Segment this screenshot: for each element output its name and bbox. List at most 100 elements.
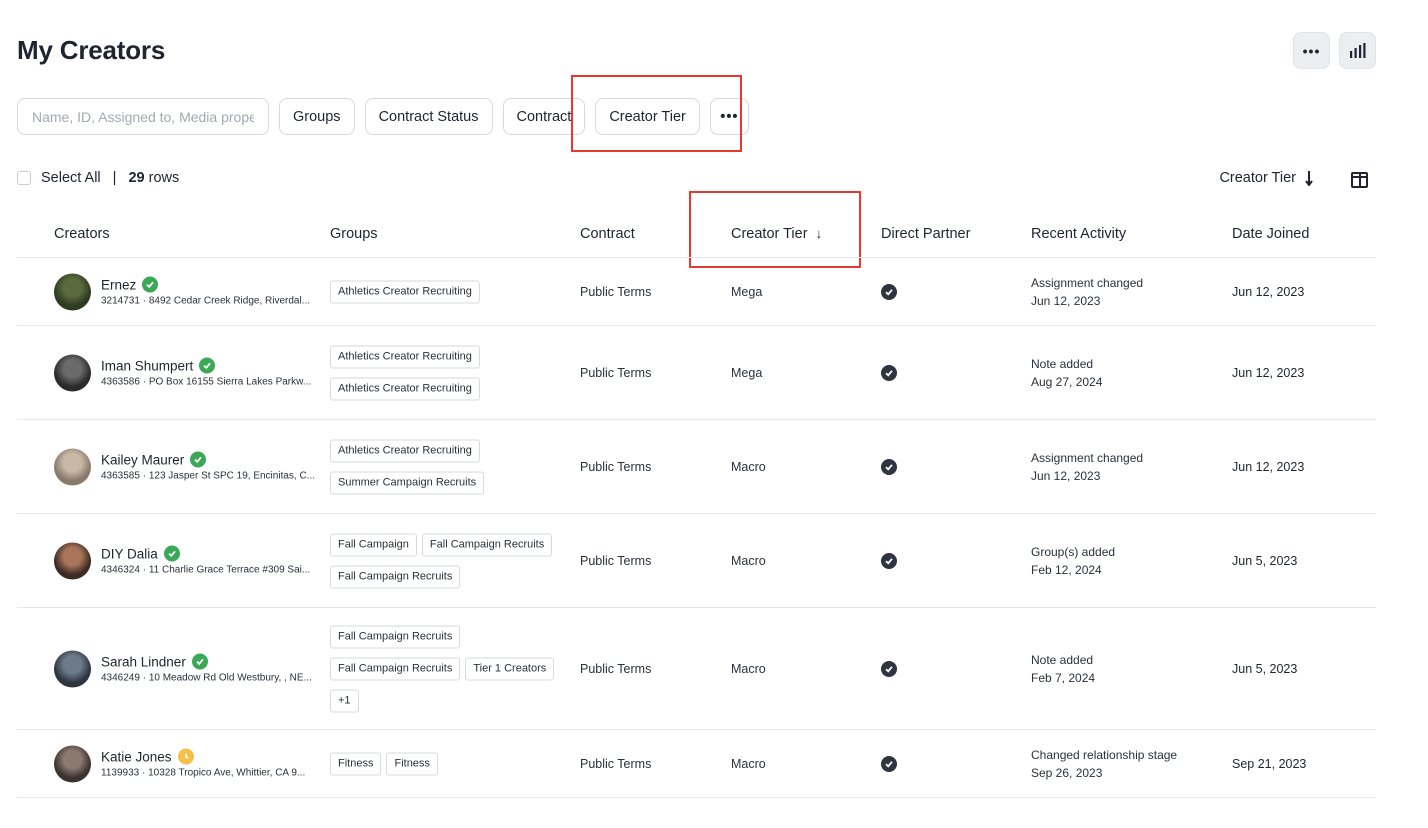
rows-count: 29 rows: [128, 170, 179, 186]
contract-cell: Public Terms: [580, 553, 652, 568]
date-joined-cell: Jun 5, 2023: [1232, 661, 1298, 676]
creator-address: 123 Jasper St SPC 19, Encinitas, C...: [148, 470, 316, 482]
selection-bar: Select All | 29 rows: [17, 170, 179, 186]
creator-name-line: DIY Dalia: [101, 545, 323, 562]
filter-contract-button[interactable]: Contract: [502, 98, 586, 135]
creator-address: 11 Charlie Grace Terrace #309 Sai...: [148, 564, 311, 576]
creator-name[interactable]: Kailey Maurer: [101, 452, 184, 467]
group-tag[interactable]: Athletics Creator Recruiting: [330, 439, 480, 462]
table-row[interactable]: Katie Jones 1139933 · 10328 Tropico Ave,…: [17, 730, 1376, 798]
recent-activity-cell: Note added Feb 7, 2024: [1031, 651, 1095, 687]
column-header-date-joined[interactable]: Date Joined: [1232, 226, 1309, 242]
creator-name[interactable]: Iman Shumpert: [101, 358, 193, 373]
activity-description: Changed relationship stage: [1031, 747, 1178, 762]
group-tags-line: Fall Campaign Recruits Tier 1 Creators: [330, 657, 555, 680]
group-tags-line: Athletics Creator Recruiting: [330, 280, 480, 303]
creator-id: 4346324: [101, 564, 140, 576]
columns-layout-icon[interactable]: [1351, 172, 1368, 188]
activity-date: Sep 26, 2023: [1031, 765, 1103, 780]
column-header-groups[interactable]: Groups: [330, 226, 378, 242]
creator-address: 8492 Cedar Creek Ridge, Riverdal...: [148, 295, 311, 307]
separator: |: [112, 170, 117, 186]
table-row[interactable]: Ernez 3214731 · 8492 Cedar Creek Ridge, …: [17, 258, 1376, 326]
avatar: [54, 650, 91, 687]
filter-contract-status-button[interactable]: Contract Status: [364, 98, 493, 135]
creator-id: 1139933: [101, 767, 140, 779]
activity-description: Assignment changed: [1031, 275, 1144, 290]
creator-details: 4346249 · 10 Meadow Rd Old Westbury, , N…: [101, 672, 312, 684]
creator-name[interactable]: Ernez: [101, 277, 136, 292]
group-tag[interactable]: +1: [330, 689, 359, 712]
recent-activity-cell: Assignment changed Jun 12, 2023: [1031, 274, 1143, 310]
creator-cell[interactable]: Ernez 3214731 · 8492 Cedar Creek Ridge, …: [54, 273, 323, 310]
group-tags-line: Athletics Creator Recruiting: [330, 345, 480, 368]
group-tag[interactable]: Summer Campaign Recruits: [330, 471, 485, 494]
search-input[interactable]: [17, 98, 269, 135]
check-circle-filled-icon: [881, 283, 897, 300]
more-horizontal-icon: •••: [720, 108, 739, 125]
creator-info: Katie Jones 1139933 · 10328 Tropico Ave,…: [101, 748, 323, 779]
check-circle-filled-icon: [881, 364, 897, 381]
filter-creator-tier-button[interactable]: Creator Tier: [595, 98, 700, 135]
creator-details: 4346324 · 11 Charlie Grace Terrace #309 …: [101, 564, 311, 576]
creator-cell[interactable]: DIY Dalia 4346324 · 11 Charlie Grace Ter…: [54, 542, 323, 579]
group-tag[interactable]: Athletics Creator Recruiting: [330, 280, 480, 303]
creator-info: Kailey Maurer 4363585 · 123 Jasper St SP…: [101, 451, 323, 482]
sort-control[interactable]: Creator Tier: [1219, 170, 1314, 186]
column-header-recent-activity[interactable]: Recent Activity: [1031, 226, 1126, 242]
creator-tier-cell: Macro: [731, 459, 766, 474]
group-tags-line: Fall Campaign Fall Campaign Recruits: [330, 533, 553, 556]
creator-name[interactable]: Katie Jones: [101, 749, 172, 764]
groups-cell: Athletics Creator Recruiting Athletics Cr…: [330, 345, 480, 400]
group-tag[interactable]: Athletics Creator Recruiting: [330, 377, 480, 400]
group-tag[interactable]: Fitness: [386, 752, 438, 775]
column-header-creators[interactable]: Creators: [54, 226, 110, 242]
top-actions: •••: [1292, 32, 1376, 69]
filter-groups-button[interactable]: Groups: [279, 98, 355, 135]
group-tag[interactable]: Fall Campaign Recruits: [421, 533, 553, 556]
direct-partner-cell: [881, 660, 897, 677]
verified-check-icon: [199, 357, 216, 374]
column-header-creator-tier[interactable]: Creator Tier ↓: [731, 226, 822, 242]
table-row[interactable]: Kailey Maurer 4363585 · 123 Jasper St SP…: [17, 420, 1376, 514]
table-row[interactable]: Iman Shumpert 4363586 · PO Box 16155 Sie…: [17, 326, 1376, 420]
creator-details: 4363585 · 123 Jasper St SPC 19, Encinita…: [101, 470, 316, 482]
group-tags-line: Fitness Fitness: [330, 752, 438, 775]
verified-check-icon: [190, 451, 207, 468]
creator-id: 4363586: [101, 376, 140, 388]
creator-address: 10328 Tropico Ave, Whittier, CA 9...: [148, 767, 306, 779]
column-header-creator-tier-label: Creator Tier: [731, 226, 808, 242]
more-options-button[interactable]: •••: [1293, 32, 1330, 69]
group-tag[interactable]: Fall Campaign Recruits: [330, 625, 461, 648]
group-tag[interactable]: Tier 1 Creators: [465, 657, 555, 680]
table-row[interactable]: Sarah Lindner 4346249 · 10 Meadow Rd Old…: [17, 608, 1376, 730]
creator-name[interactable]: Sarah Lindner: [101, 654, 186, 669]
group-tag[interactable]: Fall Campaign Recruits: [330, 657, 461, 680]
column-header-contract[interactable]: Contract: [580, 226, 635, 242]
analytics-button[interactable]: [1339, 32, 1376, 69]
group-tag[interactable]: Fall Campaign: [330, 533, 417, 556]
groups-cell: Athletics Creator Recruiting Summer Campa…: [330, 439, 485, 494]
group-tags-line: Athletics Creator Recruiting: [330, 377, 480, 400]
creator-cell[interactable]: Katie Jones 1139933 · 10328 Tropico Ave,…: [54, 745, 323, 782]
select-all-checkbox[interactable]: [17, 171, 31, 185]
activity-date: Jun 12, 2023: [1031, 468, 1101, 483]
creator-cell[interactable]: Kailey Maurer 4363585 · 123 Jasper St SP…: [54, 448, 323, 485]
activity-description: Note added: [1031, 356, 1094, 371]
table-row[interactable]: DIY Dalia 4346324 · 11 Charlie Grace Ter…: [17, 514, 1376, 608]
creator-name-line: Katie Jones: [101, 748, 323, 765]
group-tag[interactable]: Athletics Creator Recruiting: [330, 345, 480, 368]
group-tag[interactable]: Fall Campaign Recruits: [330, 565, 461, 588]
group-tag[interactable]: Fitness: [330, 752, 382, 775]
filter-bar: Groups Contract Status Contract Creator …: [17, 98, 749, 135]
creator-cell[interactable]: Sarah Lindner 4346249 · 10 Meadow Rd Old…: [54, 650, 323, 687]
column-header-direct-partner[interactable]: Direct Partner: [881, 226, 970, 242]
creator-details: 1139933 · 10328 Tropico Ave, Whittier, C…: [101, 767, 306, 779]
creator-name[interactable]: DIY Dalia: [101, 546, 158, 561]
date-joined-cell: Jun 12, 2023: [1232, 365, 1305, 380]
more-filters-button[interactable]: •••: [709, 98, 749, 135]
creator-cell[interactable]: Iman Shumpert 4363586 · PO Box 16155 Sie…: [54, 354, 323, 391]
select-all-label[interactable]: Select All: [41, 170, 101, 186]
groups-cell: Fitness Fitness: [330, 752, 438, 775]
contract-cell: Public Terms: [580, 661, 652, 676]
